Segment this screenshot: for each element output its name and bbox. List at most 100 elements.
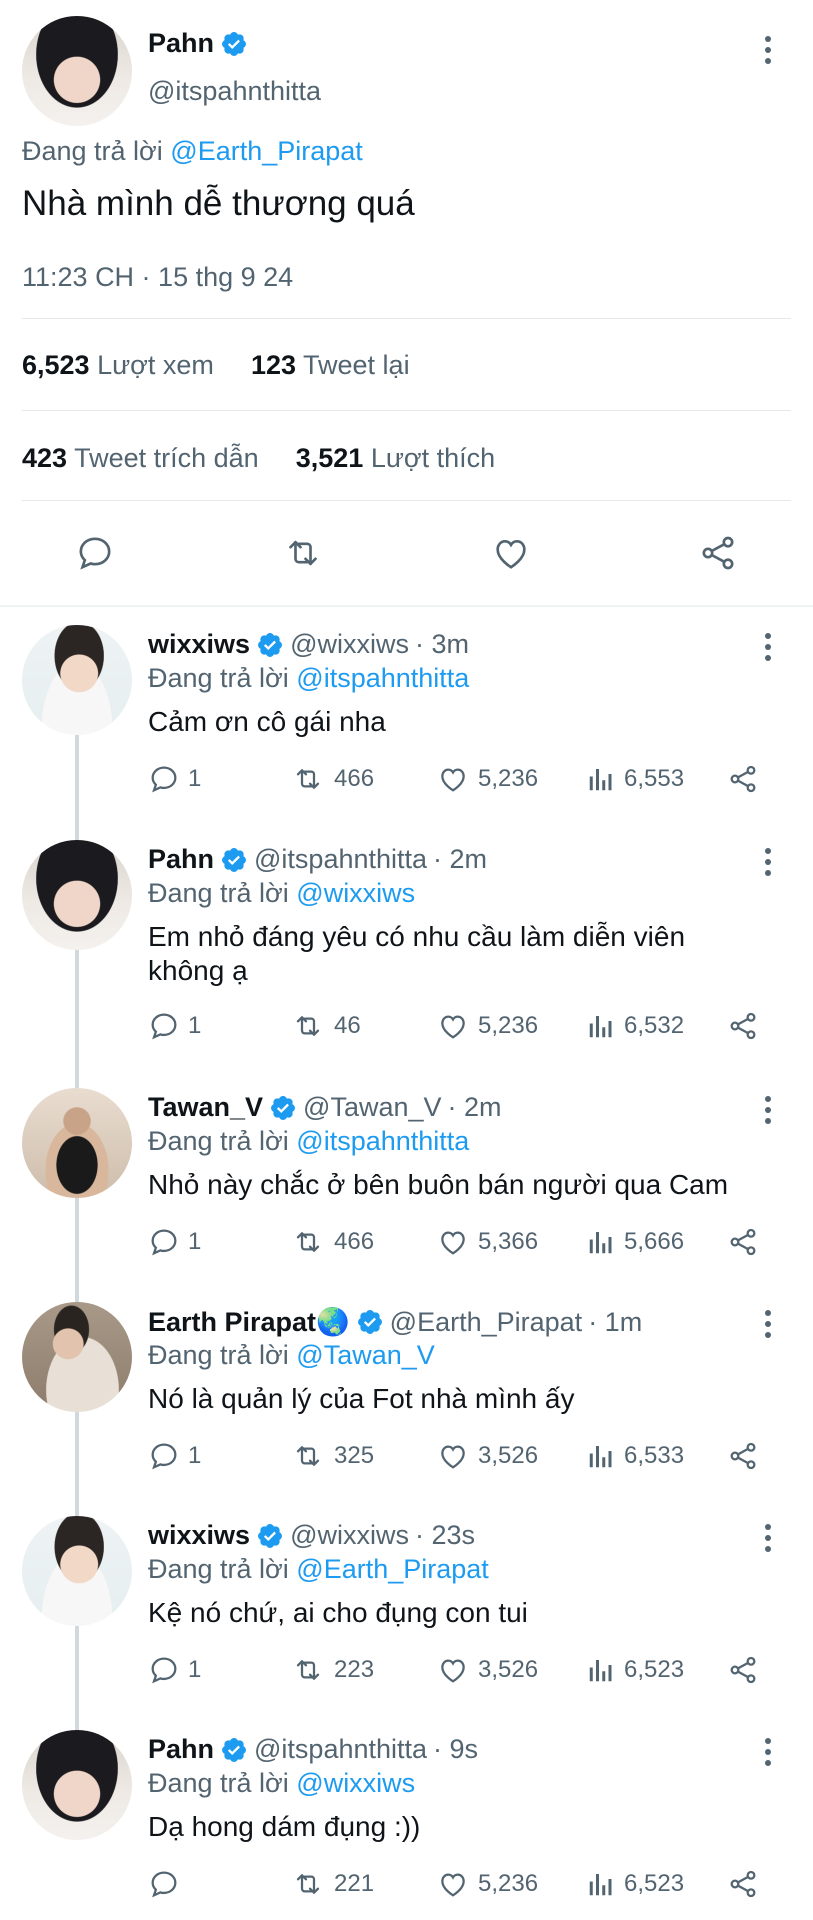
like-count[interactable]: 5,366 <box>436 1226 538 1258</box>
mention-link[interactable]: @Earth_Pirapat <box>170 136 363 166</box>
like-count[interactable]: 5,236 <box>436 1010 538 1042</box>
share-button[interactable] <box>726 1440 768 1472</box>
avatar[interactable] <box>22 1730 132 1840</box>
reply-icon[interactable] <box>70 528 120 578</box>
like-count[interactable]: 3,526 <box>436 1654 538 1686</box>
mention-link[interactable]: @Tawan_V <box>296 1340 434 1370</box>
reply-author-handle[interactable]: @wixxiws <box>290 629 409 660</box>
reply-author-name[interactable]: Pahn <box>148 844 214 875</box>
reply-count[interactable]: 1 <box>148 1440 201 1472</box>
reply-author-name[interactable]: wixxiws <box>148 629 250 660</box>
retweet-count[interactable]: 466 <box>290 763 374 795</box>
retweet-icon <box>296 1660 320 1680</box>
reply-tweet[interactable]: Pahn @itspahnthitta · 2m Đang trả lời @w… <box>0 830 813 1078</box>
avatar[interactable] <box>22 625 132 735</box>
avatar[interactable] <box>22 1088 132 1198</box>
share-icon[interactable] <box>693 528 743 578</box>
reply-name-row: Earth Pirapat🌏 @Earth_Pirapat · 1m <box>148 1306 642 1338</box>
likes-label[interactable]: Lượt thích <box>371 443 495 473</box>
view-count[interactable]: 6,553 <box>586 763 684 795</box>
tweet-timestamp[interactable]: 11:23 CH · 15 thg 9 24 <box>22 262 293 293</box>
reply-author-name[interactable]: wixxiws <box>148 1520 250 1551</box>
reply-name-row: Pahn @itspahnthitta · 2m <box>148 844 487 875</box>
retweet-count[interactable]: 46 <box>290 1010 361 1042</box>
more-options-icon[interactable] <box>753 1090 783 1130</box>
more-options-icon[interactable] <box>753 30 783 70</box>
like-count[interactable]: 5,236 <box>436 763 538 795</box>
reply-author-name[interactable]: Tawan_V <box>148 1092 263 1123</box>
likes-count[interactable]: 3,521 <box>296 443 364 473</box>
share-button[interactable] <box>726 1010 768 1042</box>
reply-time[interactable]: · 23s <box>415 1520 475 1551</box>
quotes-label[interactable]: Tweet trích dẫn <box>74 443 259 473</box>
tweet-text: Nhà mình dễ thương quá <box>22 184 415 223</box>
reply-count[interactable]: 1 <box>148 1226 201 1258</box>
avatar[interactable] <box>22 840 132 950</box>
avatar[interactable] <box>22 16 132 126</box>
retweets-count[interactable]: 123 <box>251 350 296 380</box>
avatar[interactable] <box>22 1302 132 1412</box>
share-button[interactable] <box>726 1226 768 1258</box>
like-count[interactable]: 3,526 <box>436 1440 538 1472</box>
reply-tweet[interactable]: wixxiws @wixxiws · 3m Đang trả lời @itsp… <box>0 615 813 829</box>
reply-tweet[interactable]: Pahn @itspahnthitta · 9s Đang trả lời @w… <box>0 1720 813 1920</box>
view-count[interactable]: 6,523 <box>586 1868 684 1900</box>
avatar[interactable] <box>22 1516 132 1626</box>
reply-time[interactable]: · 2m <box>433 844 487 875</box>
like-heart-icon[interactable] <box>486 528 536 578</box>
retweet-count[interactable]: 466 <box>290 1226 374 1258</box>
reply-text: Cảm ơn cô gái nha <box>148 706 386 737</box>
mention-link[interactable]: @Earth_Pirapat <box>296 1554 489 1584</box>
author-handle[interactable]: @itspahnthitta <box>148 76 321 107</box>
quotes-count[interactable]: 423 <box>22 443 67 473</box>
share-button[interactable] <box>726 1868 768 1900</box>
more-options-icon[interactable] <box>753 1732 783 1772</box>
reply-count[interactable]: 1 <box>148 1010 201 1042</box>
replying-to: Đang trả lời @wixxiws <box>148 878 415 909</box>
mention-link[interactable]: @itspahnthitta <box>296 663 469 693</box>
reply-tweet[interactable]: Tawan_V @Tawan_V · 2m Đang trả lời @itsp… <box>0 1078 813 1292</box>
view-count[interactable]: 6,532 <box>586 1010 684 1042</box>
reply-tweet[interactable]: wixxiws @wixxiws · 23s Đang trả lời @Ear… <box>0 1506 813 1720</box>
view-count[interactable]: 6,523 <box>586 1654 684 1686</box>
retweet-count[interactable]: 325 <box>290 1440 374 1472</box>
reply-author-handle[interactable]: @Tawan_V <box>303 1092 441 1123</box>
reply-time[interactable]: · 3m <box>415 629 469 660</box>
reply-count[interactable]: 1 <box>148 763 201 795</box>
reply-time[interactable]: · 1m <box>588 1307 642 1338</box>
retweet-icon[interactable] <box>278 528 328 578</box>
mention-link[interactable]: @wixxiws <box>296 878 415 908</box>
reply-time[interactable]: · 9s <box>433 1734 478 1765</box>
reply-author-name[interactable]: Pahn <box>148 1734 214 1765</box>
reply-time[interactable]: · 2m <box>448 1092 502 1123</box>
view-count[interactable]: 6,533 <box>586 1440 684 1472</box>
section-divider <box>0 605 813 607</box>
reply-author-handle[interactable]: @wixxiws <box>290 1520 409 1551</box>
retweets-label[interactable]: Tweet lại <box>303 350 410 380</box>
reply-author-handle[interactable]: @Earth_Pirapat <box>390 1307 583 1338</box>
reply-author-handle[interactable]: @itspahnthitta <box>254 1734 427 1765</box>
replying-to: Đang trả lời @itspahnthitta <box>148 663 469 694</box>
replying-to-label: Đang trả lời <box>148 1340 289 1370</box>
like-count[interactable]: 5,236 <box>436 1868 538 1900</box>
more-options-icon[interactable] <box>753 1518 783 1558</box>
view-count-value: 6,523 <box>624 1656 685 1683</box>
view-count[interactable]: 5,666 <box>586 1226 684 1258</box>
reply-author-handle[interactable]: @itspahnthitta <box>254 844 427 875</box>
retweet-count[interactable]: 221 <box>290 1868 374 1900</box>
reply-author-name[interactable]: Earth Pirapat🌏 <box>148 1306 350 1338</box>
retweet-count[interactable]: 223 <box>290 1654 374 1686</box>
reply-tweet[interactable]: Earth Pirapat🌏 @Earth_Pirapat · 1m Đang … <box>0 1292 813 1506</box>
divider <box>22 318 791 319</box>
mention-link[interactable]: @wixxiws <box>296 1768 415 1798</box>
reply-count[interactable]: 1 <box>148 1654 201 1686</box>
share-icon <box>730 1442 756 1470</box>
more-options-icon[interactable] <box>753 1304 783 1344</box>
reply-count[interactable] <box>148 1868 188 1900</box>
author-name[interactable]: Pahn <box>148 28 214 59</box>
share-button[interactable] <box>726 763 768 795</box>
share-button[interactable] <box>726 1654 768 1686</box>
more-options-icon[interactable] <box>753 627 783 667</box>
mention-link[interactable]: @itspahnthitta <box>296 1126 469 1156</box>
more-options-icon[interactable] <box>753 842 783 882</box>
